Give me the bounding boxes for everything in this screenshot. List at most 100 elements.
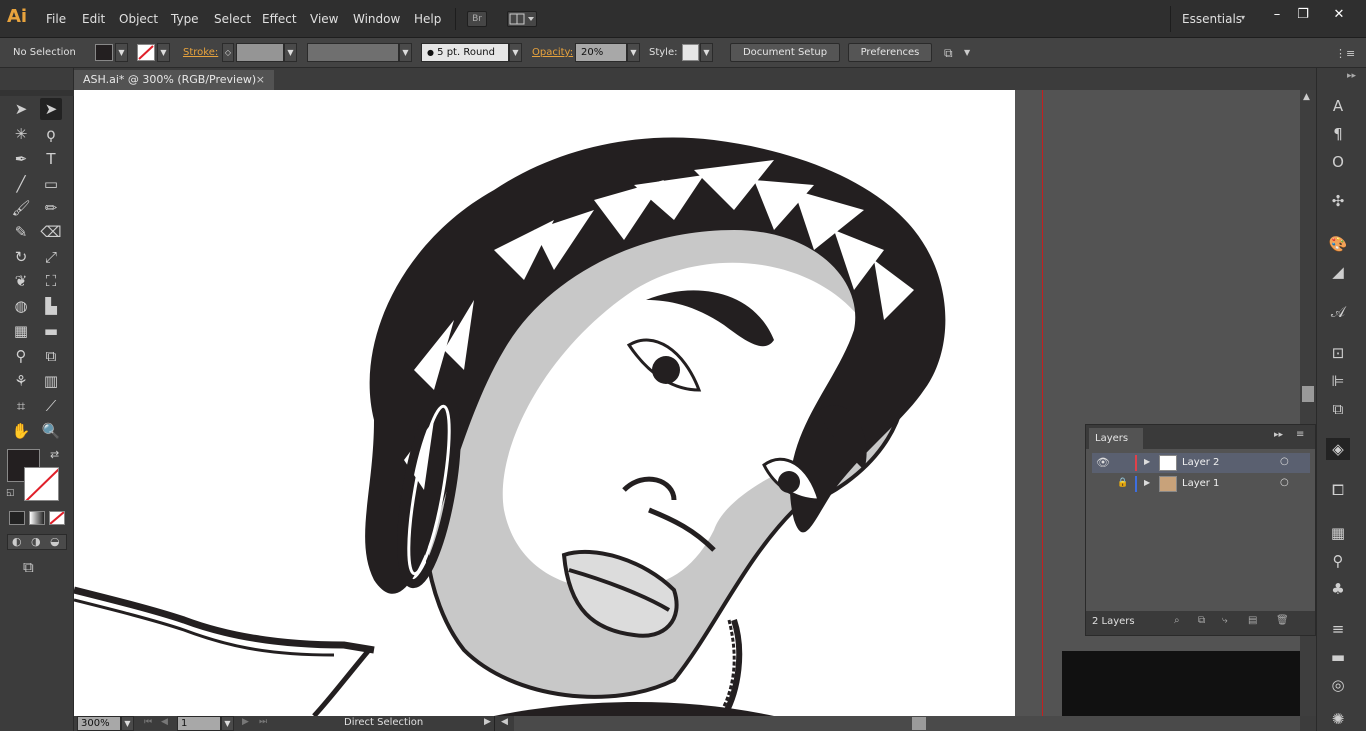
column-graph-tool-icon[interactable]: ▥ bbox=[40, 370, 62, 392]
preferences-button[interactable]: Preferences bbox=[848, 43, 932, 62]
scroll-thumb[interactable] bbox=[1302, 386, 1314, 402]
line-tool-icon[interactable]: ╱ bbox=[10, 173, 32, 195]
close-icon[interactable]: ✕ bbox=[1324, 6, 1354, 23]
layer-name[interactable]: Layer 2 bbox=[1182, 457, 1219, 468]
free-transform-tool-icon[interactable]: ⛶ bbox=[40, 270, 62, 292]
previous-artboard-icon[interactable]: ◀ bbox=[161, 717, 168, 727]
zoom-dropdown[interactable]: ▼ bbox=[121, 716, 134, 731]
shape-builder-tool-icon[interactable]: ◍ bbox=[10, 295, 32, 317]
fill-swatch[interactable] bbox=[95, 44, 113, 61]
pencil-tool-icon[interactable]: ✏ bbox=[40, 197, 62, 219]
menu-object[interactable]: Object bbox=[119, 12, 158, 26]
perspective-grid-tool-icon[interactable]: ▙ bbox=[40, 295, 62, 317]
opacity-dropdown[interactable]: ▼ bbox=[627, 43, 640, 62]
gradient-mode-icon[interactable] bbox=[29, 511, 45, 525]
club-icon[interactable]: ♣ bbox=[1326, 578, 1350, 600]
bridge-button[interactable]: Br bbox=[467, 11, 487, 27]
next-artboard-icon[interactable]: ▶ bbox=[242, 717, 249, 727]
eyedropper-tool-icon[interactable]: ⚲ bbox=[10, 345, 32, 367]
transparency-icon[interactable]: ◎ bbox=[1326, 674, 1350, 696]
expand-arrow-icon[interactable]: ▶ bbox=[1144, 478, 1150, 487]
variable-width-profile[interactable] bbox=[307, 43, 399, 62]
layer-row-layer-1[interactable]: 🔒 ▶ Layer 1 ○ bbox=[1092, 474, 1310, 494]
draw-inside-icon[interactable]: ◒ bbox=[50, 535, 60, 548]
align-icon[interactable]: ⊫ bbox=[1326, 370, 1350, 392]
stroke-color-box[interactable] bbox=[24, 467, 59, 501]
close-tab-icon[interactable]: × bbox=[256, 70, 265, 90]
panel-menu-icon[interactable]: ⋮≡ bbox=[1335, 47, 1355, 60]
clipping-mask-icon[interactable]: ⧉ bbox=[1198, 615, 1205, 626]
screen-mode-icon[interactable]: ⧉ bbox=[23, 558, 34, 576]
draw-mode-group[interactable]: ◐ ◑ ◒ bbox=[7, 534, 67, 550]
blob-brush-tool-icon[interactable]: ✎ bbox=[10, 221, 32, 243]
stroke-weight-field[interactable] bbox=[236, 43, 284, 62]
chevron-down-icon[interactable]: ▾ bbox=[1241, 13, 1245, 22]
paragraph-icon[interactable]: ¶ bbox=[1326, 123, 1350, 145]
expand-arrow-icon[interactable]: ▶ bbox=[1144, 457, 1150, 466]
rotate-tool-icon[interactable]: ↻ bbox=[10, 246, 32, 268]
document-setup-button[interactable]: Document Setup bbox=[730, 43, 840, 62]
pathfinder-icon[interactable]: ⧉ bbox=[1326, 398, 1350, 420]
appearance-icon[interactable]: ✺ bbox=[1326, 708, 1350, 730]
gradient-icon[interactable]: ▬ bbox=[1326, 646, 1350, 668]
draw-normal-icon[interactable]: ◐ bbox=[12, 535, 22, 548]
lasso-tool-icon[interactable]: ϙ bbox=[40, 123, 62, 145]
mesh-tool-icon[interactable]: ▦ bbox=[10, 320, 32, 342]
face-illustration[interactable] bbox=[74, 90, 1015, 716]
none-mode-icon[interactable] bbox=[49, 511, 65, 525]
menu-view[interactable]: View bbox=[310, 12, 338, 26]
document-tab[interactable]: ASH.ai* @ 300% (RGB/Preview) × bbox=[74, 70, 274, 90]
menu-file[interactable]: File bbox=[46, 12, 66, 26]
stroke-swatch[interactable] bbox=[137, 44, 155, 61]
layers-icon[interactable]: ◈ bbox=[1326, 438, 1350, 460]
magic-wand-tool-icon[interactable]: ✳ bbox=[10, 123, 32, 145]
menu-help[interactable]: Help bbox=[414, 12, 441, 26]
style-dropdown[interactable]: ▼ bbox=[700, 43, 713, 62]
swatches-icon[interactable]: ◢ bbox=[1326, 261, 1350, 283]
navigator-icon[interactable]: ▦ bbox=[1326, 522, 1350, 544]
hand-tool-icon[interactable]: ✋ bbox=[10, 420, 32, 442]
scale-tool-icon[interactable]: ⤢ bbox=[40, 246, 62, 268]
type-tool-icon[interactable]: T bbox=[40, 148, 62, 170]
layer-name[interactable]: Layer 1 bbox=[1182, 478, 1219, 489]
gradient-tool-icon[interactable]: ▬ bbox=[40, 320, 62, 342]
layers-tab[interactable]: Layers bbox=[1089, 428, 1143, 449]
zoom-field[interactable]: 300% bbox=[77, 716, 121, 731]
pen-tool-icon[interactable]: ✒ bbox=[10, 148, 32, 170]
brush-definition[interactable]: ● 5 pt. Round bbox=[421, 43, 509, 62]
eraser-tool-icon[interactable]: ⌫ bbox=[40, 221, 62, 243]
arrange-icon[interactable]: ⧉ bbox=[944, 46, 960, 60]
status-menu-arrow-icon[interactable]: ▶ bbox=[484, 717, 491, 727]
style-swatch[interactable] bbox=[682, 44, 699, 61]
collapse-icon[interactable]: ▸▸ bbox=[1274, 430, 1283, 440]
stroke-icon[interactable]: ≡ bbox=[1326, 618, 1350, 640]
artboards-icon[interactable]: ⧠ bbox=[1326, 479, 1350, 501]
menu-edit[interactable]: Edit bbox=[82, 12, 105, 26]
draw-behind-icon[interactable]: ◑ bbox=[31, 535, 41, 548]
menu-select[interactable]: Select bbox=[214, 12, 251, 26]
stroke-weight-stepper[interactable]: ◇ bbox=[222, 43, 234, 62]
trash-icon[interactable]: 🗑 bbox=[1276, 615, 1289, 626]
locate-object-icon[interactable]: ⌕ bbox=[1174, 615, 1180, 626]
last-artboard-icon[interactable]: ⏭ bbox=[259, 717, 267, 727]
panel-menu-icon[interactable]: ≡ bbox=[1296, 429, 1304, 440]
profile-dropdown[interactable]: ▼ bbox=[399, 43, 412, 62]
selection-tool-icon[interactable]: ➤ bbox=[10, 98, 32, 120]
menu-effect[interactable]: Effect bbox=[262, 12, 297, 26]
opacity-label[interactable]: Opacity: bbox=[532, 47, 573, 58]
blend-tool-icon[interactable]: ⧉ bbox=[40, 345, 62, 367]
artboard-dropdown[interactable]: ▼ bbox=[221, 716, 234, 731]
artboard-tool-icon[interactable]: ⌗ bbox=[10, 395, 32, 417]
chevron-down-icon[interactable]: ▼ bbox=[964, 48, 970, 57]
brush-dropdown[interactable]: ▼ bbox=[509, 43, 522, 62]
arrange-documents-button[interactable] bbox=[507, 11, 537, 27]
menu-window[interactable]: Window bbox=[353, 12, 400, 26]
expand-dock-icon[interactable]: ▸▸ bbox=[1347, 71, 1356, 81]
lock-icon[interactable]: 🔒 bbox=[1117, 478, 1128, 488]
rectangle-tool-icon[interactable]: ▭ bbox=[40, 173, 62, 195]
character-icon[interactable]: A bbox=[1326, 95, 1350, 117]
stroke-label[interactable]: Stroke: bbox=[183, 47, 218, 58]
opentype-icon[interactable]: O bbox=[1326, 151, 1350, 173]
fill-dropdown[interactable]: ▼ bbox=[115, 43, 128, 62]
links-icon[interactable]: ⚲ bbox=[1326, 550, 1350, 572]
